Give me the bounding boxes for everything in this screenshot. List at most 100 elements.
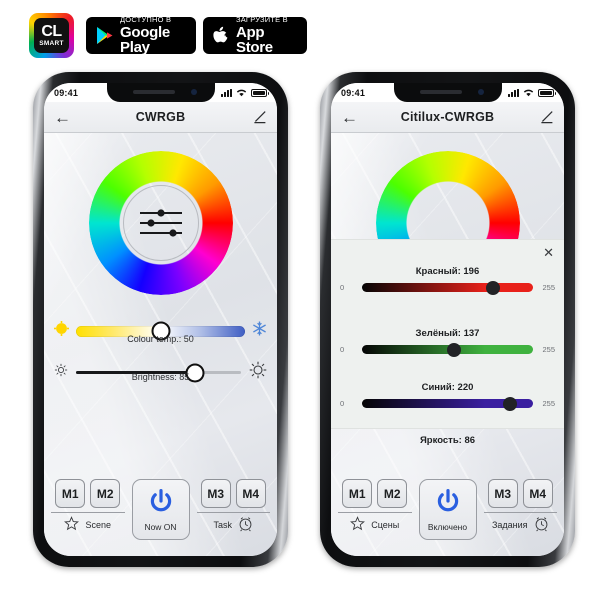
front-camera-icon: [477, 89, 484, 95]
red-slider-item: Красный: 196 0 255: [331, 266, 564, 295]
task-group: M3 M4 Задания: [483, 479, 557, 534]
cellular-signal-icon: [508, 88, 519, 97]
divider: [483, 512, 557, 513]
front-camera-icon: [190, 89, 197, 95]
green-min: 0: [340, 345, 345, 354]
screenshot-root: CL SMART ДОСТУПНО В Google Play ЗАГРУЗИТ…: [0, 0, 600, 600]
green-slider-item: Зелёный: 137 0 255: [331, 328, 564, 357]
divider: [51, 512, 125, 513]
cl-logo-text: CL: [41, 22, 62, 40]
google-play-badge[interactable]: ДОСТУПНО В Google Play: [86, 14, 196, 57]
memory-button-m3[interactable]: M3: [200, 479, 231, 508]
status-icons: [221, 84, 269, 102]
green-label: Зелёный: 137: [415, 328, 480, 339]
earpiece-speaker: [419, 90, 462, 94]
page-title: CWRGB: [135, 110, 186, 124]
red-max: 255: [542, 283, 555, 292]
power-icon: [434, 488, 462, 521]
notch-left: [106, 83, 215, 102]
task-button[interactable]: Task: [213, 516, 253, 534]
google-play-icon: [96, 26, 113, 45]
star-icon: [64, 516, 80, 533]
memory-button-m1[interactable]: M1: [55, 479, 86, 508]
app-store-big-text: App Store: [236, 24, 273, 57]
alarm-clock-icon: [534, 516, 549, 534]
back-arrow-icon[interactable]: ←: [341, 109, 363, 126]
battery-icon: [538, 88, 556, 97]
colour-temp-label: Colour temp.: 50: [127, 334, 194, 344]
app-bar-right: ← Citilux-CWRGB: [331, 102, 564, 133]
blue-label: Синий: 220: [421, 382, 474, 393]
brightness-label: Brightness: 85: [131, 372, 190, 382]
phone-left: 09:41 ← CWRGB Colour temp.: 50 Brightnes…: [33, 72, 288, 567]
main-content-left: Colour temp.: 50 Brightness: 85 M1 M2 Sc…: [44, 133, 277, 556]
phone-screen-left: 09:41 ← CWRGB Colour temp.: 50 Brightnes…: [44, 83, 277, 556]
pencil-edit-icon[interactable]: [245, 110, 267, 124]
alarm-clock-icon: [238, 516, 253, 534]
divider: [338, 512, 412, 513]
google-play-big-text: Google Play: [120, 24, 170, 57]
divider: [196, 512, 270, 513]
memory-button-m2[interactable]: M2: [377, 479, 408, 508]
app-bar-left: ← CWRGB: [44, 102, 277, 133]
blue-track[interactable]: [362, 396, 533, 411]
scene-label: Сцены: [371, 519, 400, 530]
scene-group: M1 M2 Сцены: [338, 479, 412, 533]
bottom-bar-right: M1 M2 Сцены Включено M3 M4 Задания: [331, 474, 564, 542]
memory-button-m3[interactable]: M3: [487, 479, 518, 508]
memory-button-m4[interactable]: M4: [522, 479, 553, 508]
star-icon: [350, 516, 366, 533]
scene-button[interactable]: Scene: [64, 516, 111, 533]
back-arrow-icon[interactable]: ←: [54, 109, 76, 126]
task-group: M3 M4 Task: [196, 479, 270, 534]
red-track[interactable]: [362, 280, 533, 295]
phone-right: 09:41 ← Citilux-CWRGB ✕ Красный: 196 0 2…: [320, 72, 575, 567]
red-label: Красный: 196: [415, 266, 480, 277]
status-time: 09:41: [341, 87, 366, 98]
task-label: Задания: [491, 520, 528, 530]
green-track[interactable]: [362, 342, 533, 357]
power-button[interactable]: Now ON: [131, 479, 190, 540]
power-label: Включено: [427, 521, 468, 532]
red-min: 0: [340, 283, 345, 292]
main-content-right: ✕ Красный: 196 0 255 Зелёный: 137 0 255 …: [331, 133, 564, 556]
memory-button-m4[interactable]: M4: [235, 479, 266, 508]
status-icons: [508, 84, 556, 102]
memory-button-m2[interactable]: M2: [90, 479, 121, 508]
blue-slider-item: Синий: 220 0 255: [331, 382, 564, 411]
bottom-bar-left: M1 M2 Scene Now ON M3 M4 Task: [44, 474, 277, 542]
blue-thumb[interactable]: [502, 396, 517, 411]
cl-smart-logo: CL SMART: [29, 13, 74, 58]
cellular-signal-icon: [221, 88, 232, 97]
memory-button-m1[interactable]: M1: [342, 479, 373, 508]
notch-right: [393, 83, 502, 102]
page-title: Citilux-CWRGB: [400, 110, 495, 124]
scene-button[interactable]: Сцены: [350, 516, 399, 533]
task-label: Task: [213, 520, 232, 530]
store-badges-row: CL SMART ДОСТУПНО В Google Play ЗАГРУЗИТ…: [0, 0, 600, 66]
power-label: Now ON: [144, 521, 177, 532]
brightness-label: Яркость: 86: [419, 435, 476, 446]
colour-wheel[interactable]: [88, 151, 233, 295]
blue-max: 255: [542, 399, 555, 408]
apple-icon: [213, 26, 229, 46]
red-thumb[interactable]: [486, 280, 501, 295]
power-icon: [147, 488, 175, 521]
task-button[interactable]: Задания: [492, 516, 549, 534]
green-max: 255: [542, 345, 555, 354]
close-x-icon[interactable]: ✕: [543, 246, 554, 259]
app-store-badge[interactable]: Загрузите в App Store: [203, 14, 307, 57]
phone-screen-right: 09:41 ← Citilux-CWRGB ✕ Красный: 196 0 2…: [331, 83, 564, 556]
power-button[interactable]: Включено: [418, 479, 477, 540]
pencil-edit-icon[interactable]: [532, 110, 554, 124]
scene-group: M1 M2 Scene: [51, 479, 125, 533]
smart-logo-text: SMART: [39, 39, 64, 47]
wifi-icon: [523, 84, 534, 102]
rgb-panel: ✕ Красный: 196 0 255 Зелёный: 137 0 255 …: [331, 239, 564, 429]
scene-label: Scene: [85, 519, 112, 530]
green-thumb[interactable]: [446, 342, 461, 357]
google-play-small-text: ДОСТУПНО В: [120, 14, 172, 24]
app-store-small-text: Загрузите в: [236, 14, 288, 24]
earpiece-speaker: [132, 90, 175, 94]
equalizer-sliders-icon[interactable]: [122, 185, 199, 261]
